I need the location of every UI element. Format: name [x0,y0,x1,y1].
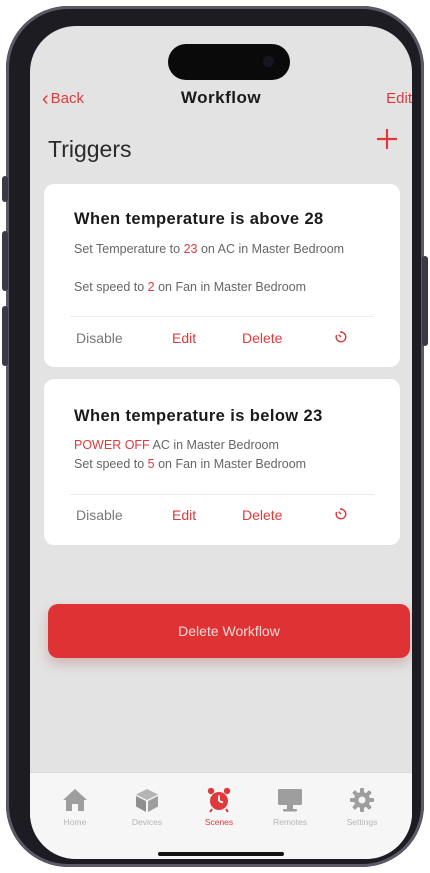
tab-label: Devices [131,817,163,827]
timer-icon[interactable] [334,507,348,521]
line-suffix: AC in Master Bedroom [149,438,279,452]
line-value: 5 [147,457,155,471]
card-divider [70,316,374,317]
dynamic-island [168,44,290,80]
line-suffix: on AC in Master Bedroom [197,242,345,256]
tab-label: Remotes [272,817,307,827]
line-value: POWER OFF [74,438,150,452]
alarm-clock-icon [207,787,231,813]
line-prefix: Set speed to [74,280,148,294]
add-trigger-button[interactable] [376,126,398,156]
power-button [422,256,428,346]
phone-frame: ‹ Back Workflow Edit Triggers When tempe… [2,6,428,867]
timer-icon[interactable] [334,330,348,344]
disable-button[interactable]: Disable [76,507,123,523]
delete-trigger-button[interactable]: Delete [242,507,282,523]
edit-trigger-button[interactable]: Edit [172,507,196,523]
tab-settings[interactable]: Settings [332,787,392,827]
line-suffix: on Fan in Master Bedroom [154,280,307,294]
page-title: Workflow [180,88,262,107]
trigger-card: When temperature is above 28 Set Tempera… [44,184,400,367]
mute-switch [2,176,8,202]
trigger-action-line: Set speed to 2 on Fan in Master Bedroom [74,278,374,297]
tab-bar: Home Devices Scenes Remotes Settings [30,772,412,859]
card-divider [70,494,374,495]
cube-icon [136,789,158,812]
trigger-card: When temperature is below 23 POWER OFF A… [44,379,400,545]
trigger-action-line: Set Temperature to 23 on AC in Master Be… [74,240,374,259]
delete-workflow-button[interactable]: Delete Workflow [48,604,410,658]
volume-down-button [2,306,8,366]
disable-button[interactable]: Disable [76,330,123,346]
trigger-action-line: POWER OFF AC in Master Bedroom [74,436,374,455]
edit-trigger-button[interactable]: Edit [172,330,196,346]
navigation-bar: ‹ Back Workflow Edit [30,84,412,120]
home-icon [63,789,87,811]
triggers-heading: Triggers [48,136,132,162]
plus-icon [377,129,397,149]
tab-label: Home [63,817,87,827]
trigger-action-line: Set speed to 5 on Fan in Master Bedroom [74,455,374,474]
volume-up-button [2,231,8,291]
line-suffix: on Fan in Master Bedroom [154,457,307,471]
tab-devices[interactable]: Devices [117,787,177,827]
home-indicator [158,852,284,856]
delete-trigger-button[interactable]: Delete [242,330,282,346]
tab-home[interactable]: Home [45,787,105,827]
tab-label: Settings [346,817,378,827]
app-screen: ‹ Back Workflow Edit Triggers When tempe… [30,26,412,859]
camera-lens [263,56,274,67]
line-value: 2 [147,280,155,294]
trigger-title: When temperature is below 23 [74,407,323,425]
line-value: 23 [183,242,198,256]
tab-scenes[interactable]: Scenes [189,787,249,827]
edit-button[interactable]: Edit [386,90,412,107]
trigger-title: When temperature is above 28 [74,210,324,228]
tab-remotes[interactable]: Remotes [260,787,320,827]
line-prefix: Set Temperature to [74,242,184,256]
tab-label: Scenes [204,817,234,827]
gear-icon [350,788,374,812]
monitor-icon [278,789,302,812]
line-prefix: Set speed to [74,457,148,471]
